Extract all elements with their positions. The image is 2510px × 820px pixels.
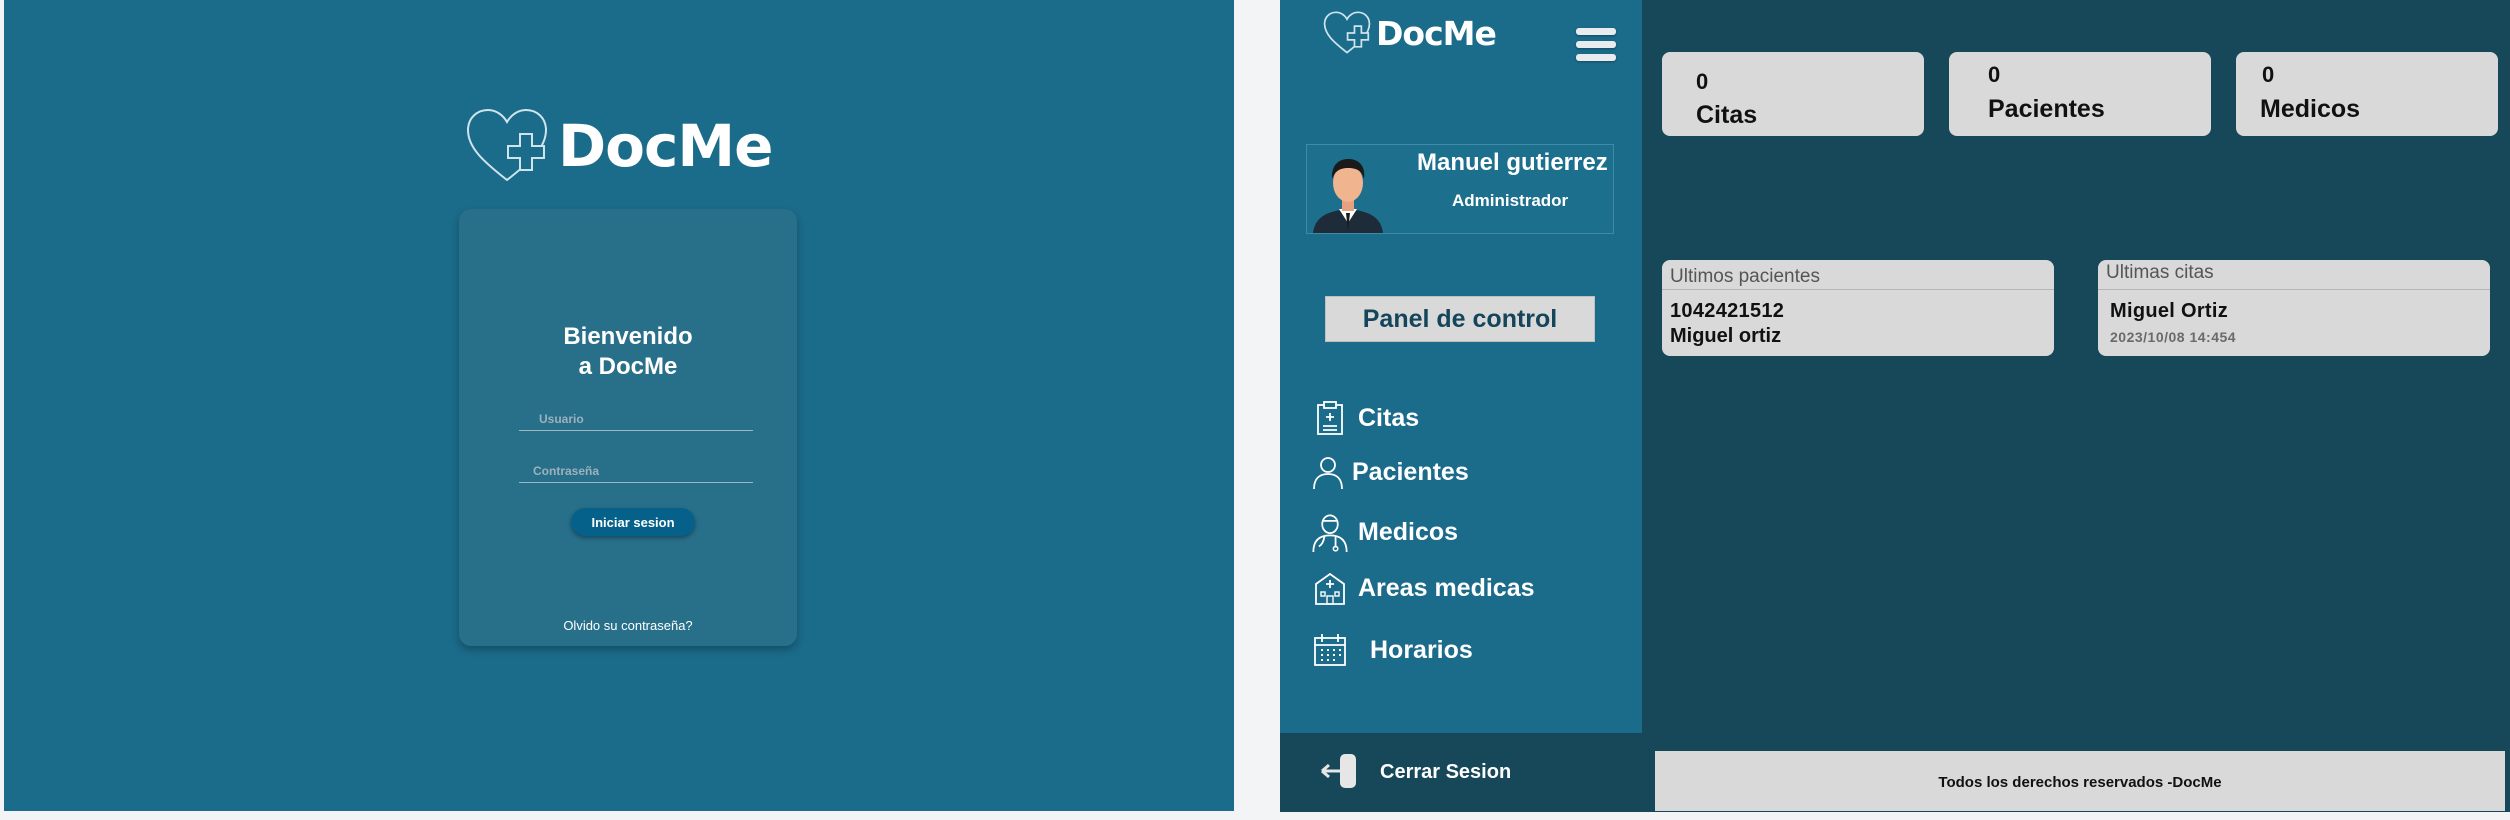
recent-appointments-card: Ultimas citas Miguel Ortiz 2023/10/08 14… bbox=[2098, 260, 2490, 356]
stat-label: Medicos bbox=[2260, 95, 2361, 123]
user-avatar bbox=[1313, 159, 1383, 233]
sidebar: DocMe Manuel gutierrez Administrador Pan… bbox=[1280, 0, 1642, 812]
footer: Todos los derechos reservados -DocMe bbox=[1655, 751, 2505, 811]
recent-appointments-title: Ultimas citas bbox=[2098, 260, 2490, 290]
heart-cross-logo-icon bbox=[1323, 11, 1371, 54]
control-panel-button[interactable]: Panel de control bbox=[1325, 296, 1595, 342]
hamburger-icon[interactable] bbox=[1576, 28, 1616, 62]
nav-item-label: Horarios bbox=[1370, 635, 1473, 664]
login-screen: DocMe Bienvenido a DocMe Iniciar sesion … bbox=[4, 0, 1234, 811]
nav-item-label: Medicos bbox=[1358, 517, 1459, 546]
nav-item-pacientes[interactable]: Pacientes bbox=[1310, 454, 1469, 490]
nav-item-label: Citas bbox=[1358, 403, 1420, 432]
welcome-line-1: Bienvenido bbox=[563, 323, 693, 350]
password-field bbox=[519, 459, 753, 483]
dashboard-screen: DocMe Manuel gutierrez Administrador Pan… bbox=[1280, 0, 2510, 812]
nav-item-medicos[interactable]: Medicos bbox=[1310, 512, 1458, 552]
heart-cross-logo-icon bbox=[466, 108, 548, 182]
password-input[interactable] bbox=[519, 459, 753, 482]
sidebar-logo: DocMe bbox=[1322, 10, 1497, 56]
username-input[interactable] bbox=[519, 407, 753, 430]
logout-label: Cerrar Sesion bbox=[1380, 761, 1512, 783]
login-button[interactable]: Iniciar sesion bbox=[571, 508, 695, 536]
nav-item-label: Pacientes bbox=[1352, 457, 1469, 486]
forgot-password-link[interactable]: Olvido su contraseña? bbox=[459, 618, 797, 633]
login-logo: DocMe bbox=[464, 106, 773, 186]
logout-button[interactable]: Cerrar Sesion bbox=[1280, 733, 1642, 812]
welcome-line-2: a DocMe bbox=[578, 353, 678, 380]
user-profile: Manuel gutierrez Administrador bbox=[1306, 144, 1614, 234]
stat-card-citas: 0 Citas bbox=[1662, 52, 1924, 136]
login-card: Bienvenido a DocMe Iniciar sesion Olvido… bbox=[459, 209, 797, 646]
person-icon bbox=[1313, 457, 1343, 490]
username-field bbox=[519, 407, 753, 431]
user-name: Manuel gutierrez bbox=[1417, 149, 1608, 176]
patient-name: Miguel ortiz bbox=[1670, 325, 1782, 347]
nav-item-citas[interactable]: Citas bbox=[1312, 400, 1419, 436]
stat-card-medicos: 0 Medicos bbox=[2236, 52, 2498, 136]
stat-value: 0 bbox=[2262, 62, 2275, 87]
recent-patients-title: Ultimos pacientes bbox=[1662, 260, 2054, 290]
stat-value: 0 bbox=[1988, 62, 2001, 87]
welcome-heading: Bienvenido a DocMe bbox=[459, 322, 797, 382]
clipboard-icon bbox=[1317, 401, 1343, 435]
calendar-icon bbox=[1314, 634, 1346, 666]
stat-label: Pacientes bbox=[1988, 95, 2105, 123]
user-role: Administrador bbox=[1452, 191, 1569, 210]
nav-item-areas-medicas[interactable]: Areas medicas bbox=[1312, 570, 1535, 606]
nav-item-label: Areas medicas bbox=[1358, 573, 1535, 602]
stat-card-pacientes: 0 Pacientes bbox=[1949, 52, 2211, 136]
logout-icon bbox=[1321, 754, 1356, 788]
recent-patients-card: Ultimos pacientes 1042421512 Miguel orti… bbox=[1662, 260, 2054, 356]
hospital-icon bbox=[1315, 572, 1345, 605]
brand-name: DocMe bbox=[558, 112, 773, 180]
appointment-datetime: 2023/10/08 14:454 bbox=[2110, 329, 2237, 345]
sidebar-brand-name: DocMe bbox=[1376, 13, 1497, 53]
appointment-name: Miguel Ortiz bbox=[2110, 300, 2229, 322]
stat-label: Citas bbox=[1696, 101, 1758, 129]
nav-item-horarios[interactable]: Horarios bbox=[1312, 632, 1473, 668]
patient-id: 1042421512 bbox=[1670, 300, 1785, 322]
doctor-icon bbox=[1312, 514, 1348, 552]
stat-value: 0 bbox=[1696, 69, 1709, 94]
